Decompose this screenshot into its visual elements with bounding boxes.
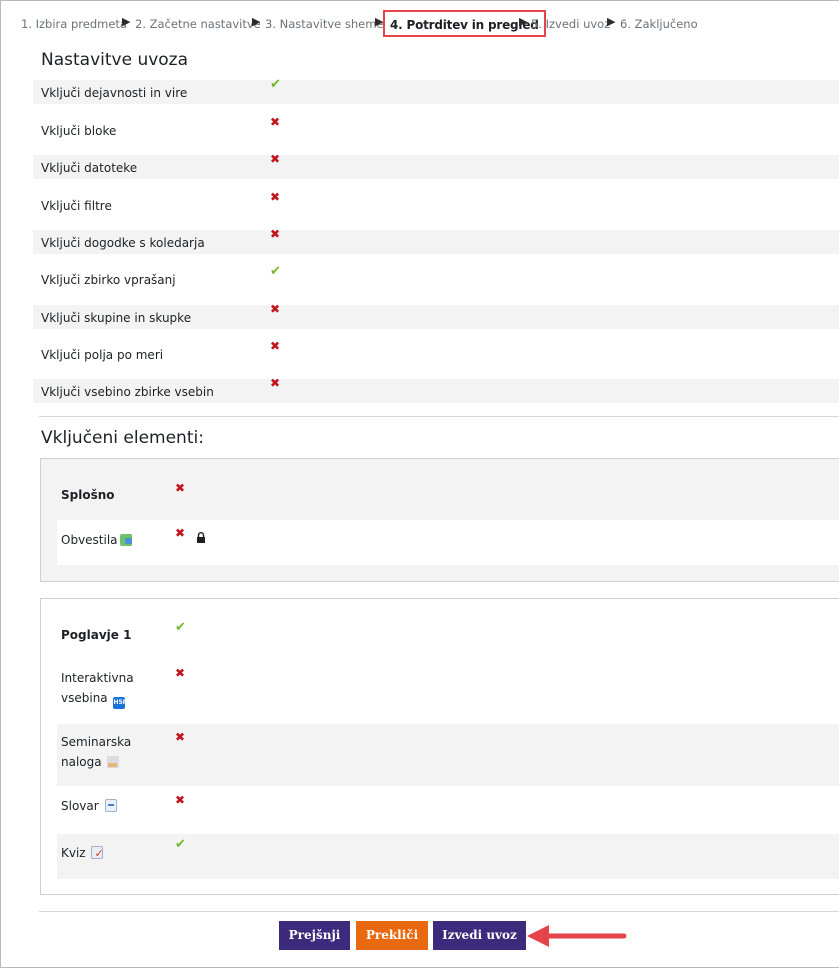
element-label: Obvestila <box>61 533 118 547</box>
cross-icon: ✖ <box>175 481 186 495</box>
element-row: Interaktivna vsebina H5P ✖ <box>57 660 839 722</box>
setting-label: Vključi dogodke s koledarja <box>41 236 205 250</box>
section-title-row: Splošno ✖ <box>57 477 839 517</box>
element-row: Seminarska naloga ✖ <box>57 724 839 786</box>
setting-label: Vključi filtre <box>41 199 112 213</box>
perform-import-button[interactable]: Izvedi uvoz <box>433 921 526 950</box>
check-icon: ✔ <box>270 264 281 279</box>
section-title: Splošno <box>61 488 115 502</box>
setting-label: Vključi dejavnosti in vire <box>41 86 188 100</box>
element-label: Seminarska <box>61 735 132 749</box>
glossary-icon <box>104 799 117 812</box>
setting-row: Vključi zbirko vprašanj ✔ <box>33 264 839 291</box>
cross-icon: ✖ <box>270 190 281 204</box>
section-divider <box>39 416 839 417</box>
section-box-general: Splošno ✖ Obvestila ✖ <box>40 458 839 582</box>
cross-icon: ✖ <box>270 227 281 241</box>
section-title-row: Poglavje 1 ✔ <box>57 617 839 657</box>
step-separator-icon: ▶ <box>607 15 616 28</box>
action-buttons: Prejšnji Prekliči Izvedi uvoz <box>1 921 839 951</box>
forum-icon <box>119 534 132 546</box>
progress-breadcrumb: 1. Izbira predmeta ▶ 2. Začetne nastavit… <box>21 10 839 37</box>
element-row: Kviz ✔ <box>57 834 839 879</box>
cross-icon: ✖ <box>270 376 281 390</box>
setting-row: Vključi dogodke s koledarja ✖ <box>33 227 839 254</box>
element-label: naloga <box>61 755 102 769</box>
step-separator-icon: ▶ <box>519 15 528 28</box>
step-5: 5. Izvedi uvoz <box>531 17 611 31</box>
setting-label: Vključi zbirko vprašanj <box>41 273 176 287</box>
check-icon: ✔ <box>270 77 281 92</box>
section-title: Poglavje 1 <box>61 628 132 642</box>
setting-row: Vključi polja po meri ✖ <box>33 339 839 366</box>
import-settings-heading: Nastavitve uvoza <box>41 50 189 70</box>
setting-row: Vključi skupine in skupke ✖ <box>33 302 839 329</box>
cross-icon: ✖ <box>270 339 281 353</box>
footer-divider <box>39 911 839 912</box>
cross-icon: ✖ <box>270 302 281 316</box>
cross-icon: ✖ <box>175 666 186 680</box>
h5p-icon: H5P <box>113 697 127 709</box>
cross-icon: ✖ <box>175 526 186 540</box>
element-label: Slovar <box>61 799 99 813</box>
element-row: Obvestila ✖ <box>57 520 839 565</box>
step-separator-icon: ▶ <box>122 15 131 28</box>
setting-row: Vključi datoteke ✖ <box>33 152 839 179</box>
lock-icon <box>197 532 205 543</box>
step-2: 2. Začetne nastavitve <box>135 17 261 31</box>
cross-icon: ✖ <box>270 152 281 166</box>
setting-label: Vključi bloke <box>41 124 117 138</box>
cross-icon: ✖ <box>175 793 186 807</box>
element-row: Slovar ✖ <box>57 788 839 832</box>
section-box-chapter-1: Poglavje 1 ✔ Interaktivna vsebina H5P ✖ … <box>40 598 839 895</box>
step-6: 6. Zaključeno <box>620 17 698 31</box>
annotation-arrow-icon <box>527 925 627 947</box>
assignment-icon <box>107 756 120 768</box>
check-icon: ✔ <box>175 837 186 852</box>
setting-row: Vključi dejavnosti in vire ✔ <box>33 77 839 104</box>
setting-label: Vključi vsebino zbirke vsebin <box>41 385 214 399</box>
previous-button[interactable]: Prejšnji <box>279 921 350 950</box>
included-elements-heading: Vključeni elementi: <box>41 428 204 448</box>
setting-label: Vključi skupine in skupke <box>41 311 192 325</box>
setting-row: Vključi vsebino zbirke vsebin ✖ <box>33 376 839 403</box>
element-label: Interaktivna <box>61 671 134 685</box>
setting-label: Vključi polja po meri <box>41 348 164 362</box>
setting-label: Vključi datoteke <box>41 161 138 175</box>
setting-row: Vključi bloke ✖ <box>33 115 839 142</box>
step-3: 3. Nastavitve sheme <box>265 17 384 31</box>
cross-icon: ✖ <box>270 115 281 129</box>
element-label: Kviz <box>61 846 86 860</box>
step-1: 1. Izbira predmeta <box>21 17 127 31</box>
step-separator-icon: ▶ <box>252 15 261 28</box>
check-icon: ✔ <box>175 620 186 635</box>
import-wizard-page: 1. Izbira predmeta ▶ 2. Začetne nastavit… <box>0 0 839 968</box>
element-label: vsebina <box>61 691 108 705</box>
quiz-icon <box>91 844 104 864</box>
cross-icon: ✖ <box>175 730 186 744</box>
cancel-button[interactable]: Prekliči <box>356 921 428 950</box>
setting-row: Vključi filtre ✖ <box>33 190 839 217</box>
